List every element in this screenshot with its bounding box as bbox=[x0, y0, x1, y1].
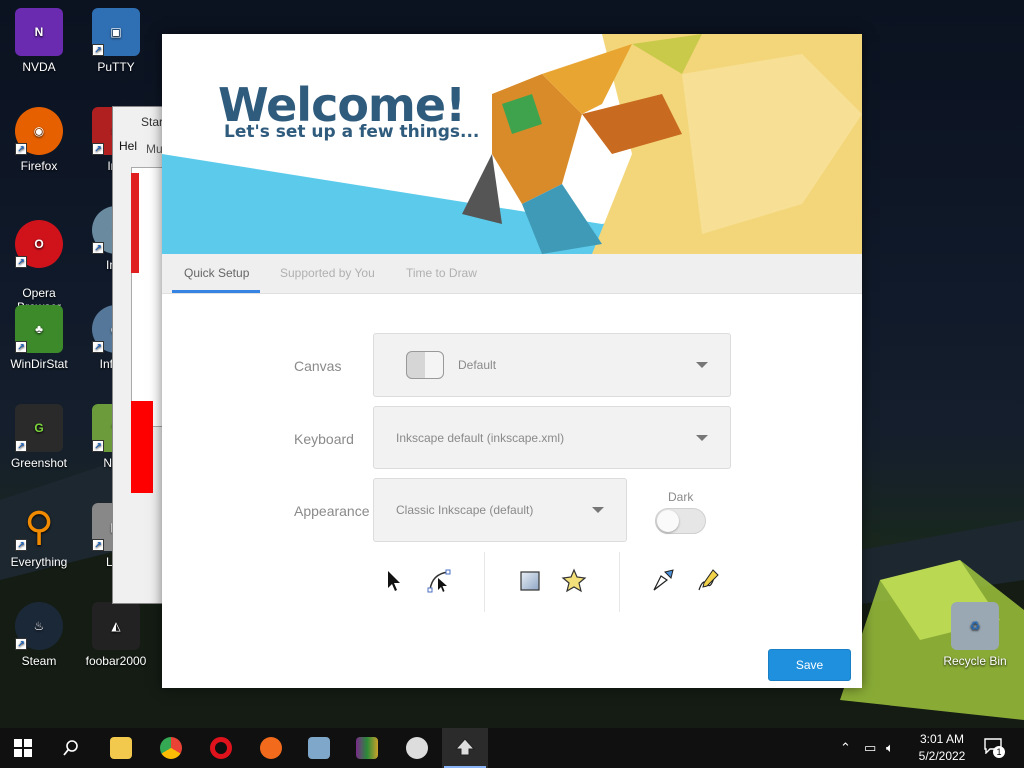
canvas-label: Canvas bbox=[294, 358, 342, 374]
chevron-up-icon[interactable]: ⌃ bbox=[840, 740, 851, 756]
notification-center-button[interactable]: 1 bbox=[984, 738, 1005, 758]
desktop-icon-opera[interactable]: O↗ Opera Browser bbox=[1, 206, 77, 314]
desktop-icon-label: Greenshot bbox=[10, 456, 68, 470]
appearance-label: Appearance bbox=[294, 503, 370, 519]
pencil-tool-icon bbox=[698, 569, 719, 591]
keyboard-dropdown-value: Inkscape default (inkscape.xml) bbox=[396, 430, 565, 445]
desktop-icon-label: Everything bbox=[10, 555, 68, 569]
start-button[interactable] bbox=[0, 728, 46, 768]
active-tab-indicator bbox=[172, 290, 260, 293]
search-icon bbox=[63, 740, 78, 756]
greenshot-icon: G ↗ bbox=[15, 404, 63, 452]
dark-theme-label: Dark bbox=[668, 490, 694, 504]
winrar-icon bbox=[356, 737, 378, 759]
desktop-icon-label: Steam bbox=[21, 654, 57, 668]
appearance-dropdown-value: Classic Inkscape (default) bbox=[396, 503, 534, 517]
windirstat-icon: ♣ ↗ bbox=[15, 305, 63, 353]
keyboard-label: Keyboard bbox=[294, 431, 354, 447]
desktop-icon-label: Recycle Bin bbox=[943, 654, 1007, 668]
desktop-icon-windirstat[interactable]: ♣ ↗ WinDirStat bbox=[1, 305, 77, 371]
clock-date: 5/2/2022 bbox=[918, 749, 966, 763]
taskbar-app[interactable] bbox=[394, 728, 440, 768]
toolbar-separator bbox=[484, 552, 485, 612]
volume-icon[interactable]: 🔈︎ bbox=[886, 740, 894, 756]
keyboard-dropdown[interactable]: Inkscape default (inkscape.xml) bbox=[373, 406, 731, 469]
app-icon bbox=[308, 737, 330, 759]
opera-icon bbox=[210, 737, 232, 759]
app-icon bbox=[406, 737, 428, 759]
save-button[interactable]: Save bbox=[768, 649, 851, 681]
welcome-dialog: Welcome! Let's set up a few things... Qu… bbox=[162, 34, 862, 688]
desktop-icon-recycle-bin[interactable]: ♻ Recycle Bin bbox=[937, 602, 1013, 668]
red-bar bbox=[131, 173, 139, 273]
taskbar-chrome[interactable] bbox=[148, 728, 194, 768]
banner-artwork bbox=[162, 34, 862, 254]
firefox-icon: ◉ ↗ bbox=[15, 107, 63, 155]
canvas-dropdown-value: Default bbox=[458, 358, 497, 372]
file-explorer-icon bbox=[110, 737, 132, 759]
app-icon bbox=[260, 737, 282, 759]
desktop-icon-putty[interactable]: ▣ ↗ PuTTY bbox=[78, 8, 154, 74]
tab-bar: Quick Setup Supported by You Time to Dra… bbox=[162, 254, 862, 294]
putty-icon: ▣ ↗ bbox=[92, 8, 140, 56]
windows-start-icon bbox=[14, 739, 32, 757]
background-window-title: Star bbox=[141, 115, 164, 129]
canvas-preview-swatch bbox=[406, 351, 444, 379]
canvas-dropdown[interactable]: Default bbox=[373, 333, 731, 397]
chevron-down-icon bbox=[696, 362, 708, 368]
desktop-icon-firefox[interactable]: ◉ ↗ Firefox bbox=[1, 107, 77, 173]
desktop-icon-label: PuTTY bbox=[97, 60, 135, 74]
tab-supported-by-you[interactable]: Supported by You bbox=[280, 266, 375, 280]
notification-count-badge: 1 bbox=[993, 746, 1005, 758]
opera-icon: O ↗ bbox=[15, 220, 63, 268]
pointer-icon bbox=[388, 571, 400, 591]
desktop-icon-nvda[interactable]: N NVDA bbox=[1, 8, 77, 74]
taskbar-app[interactable] bbox=[248, 728, 294, 768]
tab-quick-setup[interactable]: Quick Setup bbox=[184, 266, 249, 280]
taskbar-file-explorer[interactable] bbox=[98, 728, 144, 768]
everything-search-icon: ⚲ ↗ bbox=[15, 503, 63, 551]
chrome-icon bbox=[160, 737, 182, 759]
pen-tool-icon bbox=[653, 569, 674, 591]
system-clock[interactable]: 3:01 AM 5/2/2022 bbox=[912, 731, 972, 765]
taskbar-opera[interactable] bbox=[198, 728, 244, 768]
chevron-down-icon bbox=[592, 507, 604, 513]
desktop-icon-label: foobar2000 bbox=[85, 654, 147, 668]
rectangle-tool-icon bbox=[520, 571, 540, 591]
red-bar bbox=[131, 401, 153, 493]
foobar2000-icon: ◭ bbox=[92, 602, 140, 650]
desktop-icon-steam[interactable]: ♨ ↗ Steam bbox=[1, 602, 77, 668]
desktop-icon-everything[interactable]: ⚲ ↗ Everything bbox=[1, 503, 77, 569]
desktop-icon-greenshot[interactable]: G ↗ Greenshot bbox=[1, 404, 77, 470]
welcome-subtitle: Let's set up a few things... bbox=[224, 122, 480, 142]
node-tool-icon bbox=[427, 569, 451, 593]
star-tool-icon bbox=[561, 568, 587, 593]
taskbar-app[interactable] bbox=[296, 728, 342, 768]
desktop-icon-foobar2000[interactable]: ◭ foobar2000 bbox=[78, 602, 154, 668]
network-icon[interactable]: ▭ bbox=[864, 740, 876, 756]
taskbar-inkscape[interactable] bbox=[442, 728, 488, 768]
toolbar-separator bbox=[619, 552, 620, 612]
toggle-knob bbox=[657, 510, 679, 532]
nvda-icon: N bbox=[15, 8, 63, 56]
desktop-icon-label: Firefox bbox=[20, 159, 58, 173]
clock-time: 3:01 AM bbox=[919, 732, 965, 746]
appearance-dropdown[interactable]: Classic Inkscape (default) bbox=[373, 478, 627, 542]
steam-icon: ♨ ↗ bbox=[15, 602, 63, 650]
inkscape-icon bbox=[454, 738, 476, 756]
recycle-bin-icon: ♻ bbox=[951, 602, 999, 650]
chevron-down-icon bbox=[696, 434, 708, 441]
background-window-field: Mu bbox=[146, 142, 163, 156]
background-window-menu[interactable]: Hel bbox=[119, 139, 137, 153]
search-button[interactable] bbox=[48, 728, 94, 768]
welcome-banner: Welcome! Let's set up a few things... bbox=[162, 34, 862, 254]
desktop-icon-label: NVDA bbox=[22, 60, 56, 74]
tab-time-to-draw[interactable]: Time to Draw bbox=[406, 266, 477, 280]
dark-theme-toggle[interactable] bbox=[655, 508, 706, 534]
taskbar-winrar[interactable] bbox=[344, 728, 390, 768]
desktop-icon-label: WinDirStat bbox=[10, 357, 68, 371]
taskbar: ⌃ ▭ 🔈︎ 3:01 AM 5/2/2022 1 bbox=[0, 728, 1024, 768]
